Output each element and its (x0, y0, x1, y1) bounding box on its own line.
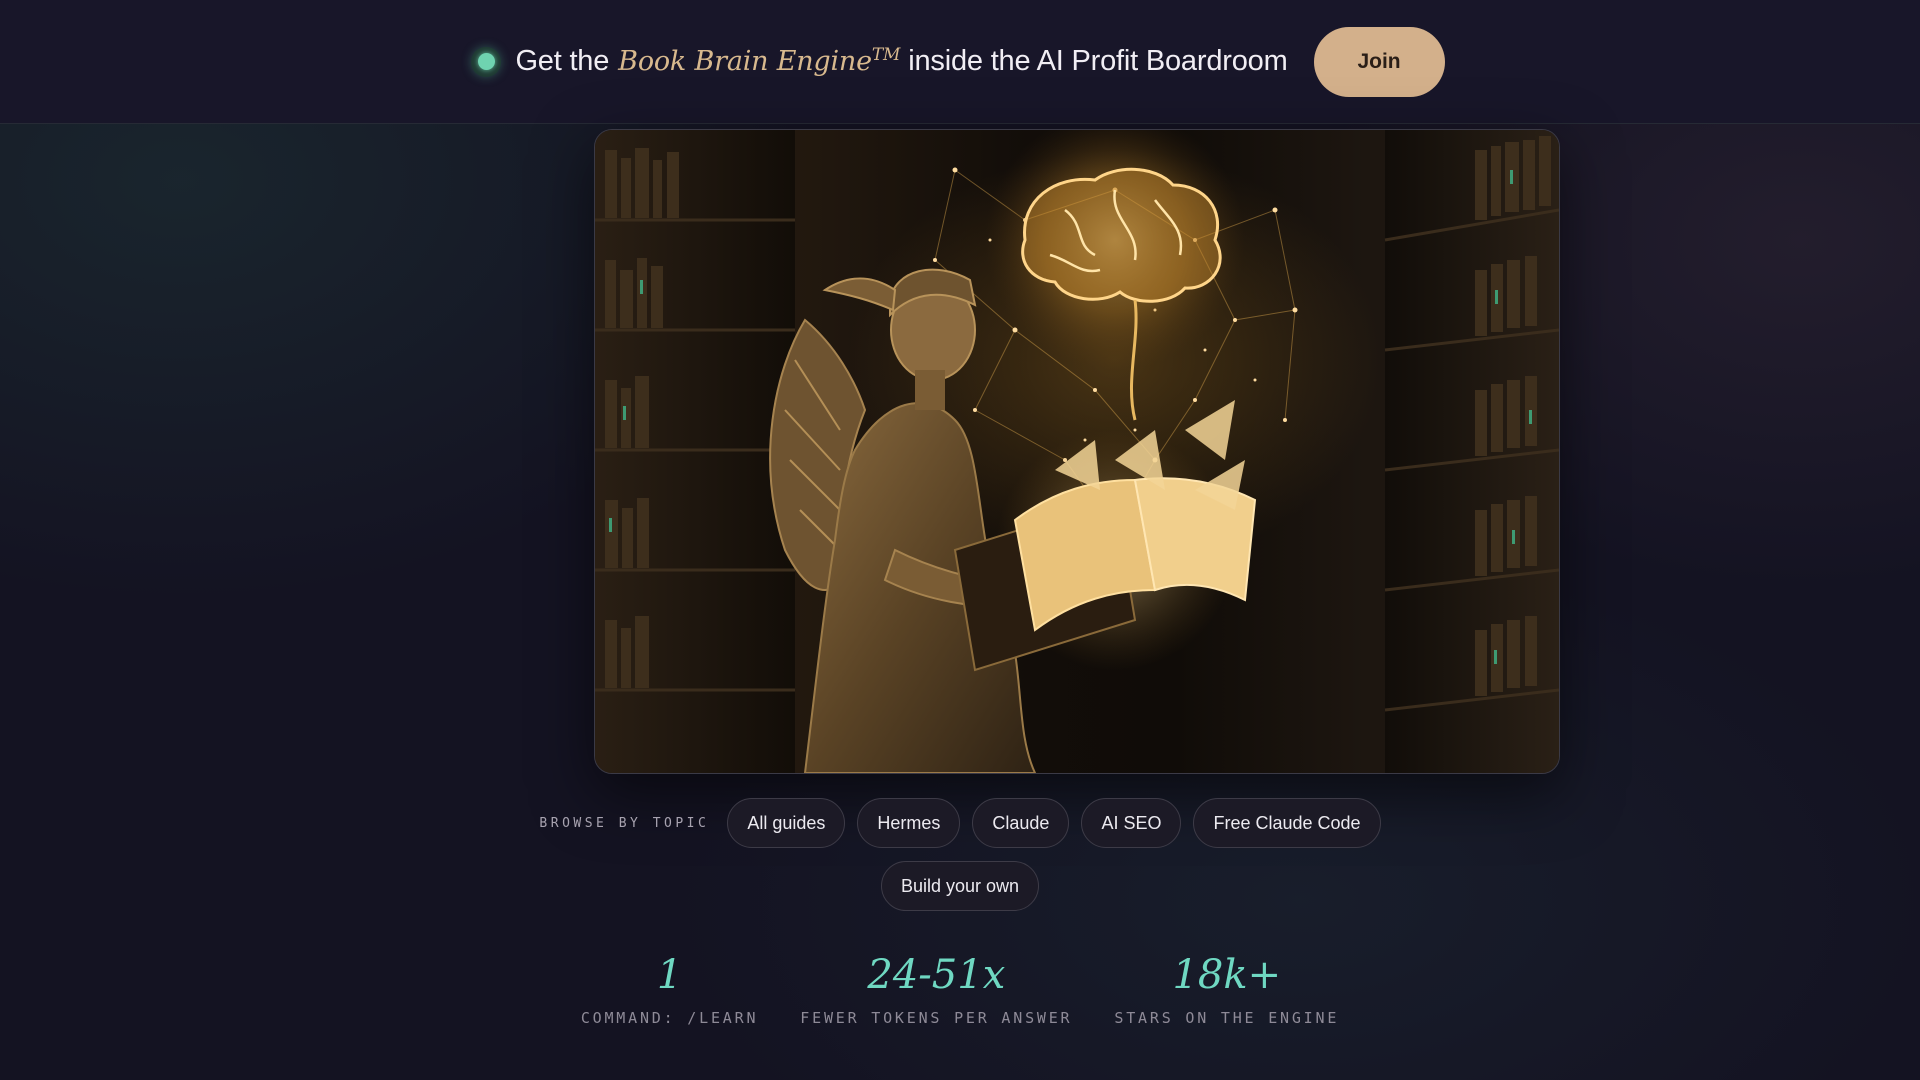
stats-row: 1 COMMAND: /LEARN 24-51x FEWER TOKENS PE… (0, 955, 1920, 1027)
page: Get the Book Brain EngineTM inside the A… (0, 0, 1920, 1080)
status-dot-core (477, 53, 495, 70)
stat-label: FEWER TOKENS PER ANSWER (800, 1009, 1073, 1027)
announcement-prefix: Get the (515, 45, 610, 77)
topic-pill-hermes[interactable]: Hermes (857, 798, 961, 848)
topic-pill-all-guides[interactable]: All guides (727, 798, 846, 848)
stat-label: STARS ON THE ENGINE (1114, 1009, 1340, 1027)
stat-value: 18k+ (1172, 952, 1282, 998)
announcement-bar: Get the Book Brain EngineTM inside the A… (0, 0, 1920, 124)
announcement-text: Get the Book Brain EngineTM inside the A… (515, 45, 1287, 78)
stat-command: 1 COMMAND: /LEARN (581, 955, 758, 1027)
hermes-statue-icon (769, 268, 1037, 773)
stat-stars: 18k+ STARS ON THE ENGINE (1114, 955, 1339, 1027)
library-shelves-right-icon (1384, 130, 1559, 773)
open-book-icon (953, 400, 1257, 672)
topic-row-1: BROWSE BY TOPIC All guides Hermes Claude… (539, 798, 1381, 848)
library-shelves-left-icon (595, 130, 795, 773)
glowing-brain-icon (985, 130, 1245, 421)
status-dot-icon (471, 46, 502, 77)
topic-pill-build-your-own[interactable]: Build your own (880, 861, 1040, 911)
topic-pill-claude[interactable]: Claude (972, 798, 1070, 848)
topic-browser: BROWSE BY TOPIC All guides Hermes Claude… (0, 798, 1920, 911)
hero-image (594, 129, 1560, 774)
stat-value: 24-51x (867, 952, 1006, 998)
stat-fewer-tokens: 24-51x FEWER TOKENS PER ANSWER (800, 955, 1072, 1027)
topic-pill-ai-seo[interactable]: AI SEO (1081, 798, 1182, 848)
stat-label: COMMAND: /LEARN (580, 1009, 759, 1027)
stat-value: 1 (656, 952, 683, 998)
brand-name: Book Brain EngineTM (618, 45, 902, 77)
brand-name-text: Book Brain Engine (618, 46, 872, 77)
browse-by-topic-label: BROWSE BY TOPIC (539, 815, 710, 831)
topic-row-2: Build your own (880, 861, 1040, 911)
announcement-suffix: inside the AI Profit Boardroom (908, 45, 1288, 77)
trademark-mark: TM (871, 45, 901, 65)
topic-pill-free-claude-code[interactable]: Free Claude Code (1193, 798, 1381, 848)
announcement-content: Get the Book Brain EngineTM inside the A… (471, 26, 1445, 97)
hero-illustration (595, 130, 1559, 773)
join-button[interactable]: Join (1313, 26, 1445, 97)
